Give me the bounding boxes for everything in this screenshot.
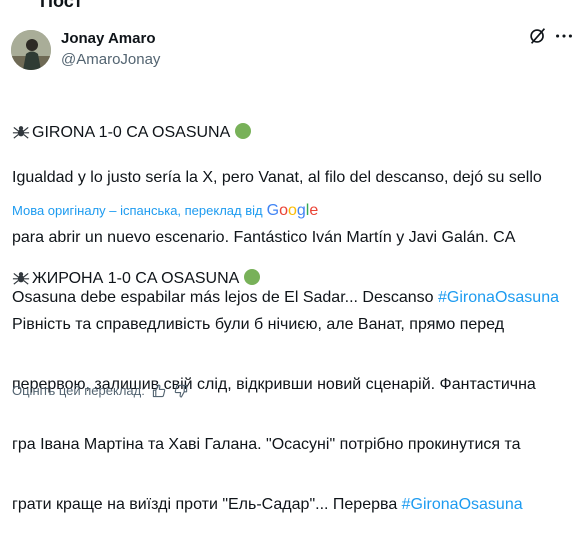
translation-rating: Оцініть цей переклад: <box>12 382 189 400</box>
thumbs-up-icon[interactable] <box>151 383 167 399</box>
original-line: Igualdad y lo justo sería la X, pero Van… <box>12 169 542 186</box>
grok-icon[interactable] <box>527 25 549 47</box>
translated-line: гра Івана Мартіна та Хаві Галана. "Осасу… <box>12 436 521 453</box>
avatar[interactable] <box>11 30 51 70</box>
author-handle[interactable]: @AmaroJonay <box>61 50 160 69</box>
translated-line: грати краще на виїзді проти "Ель-Садар".… <box>12 496 402 513</box>
translation-notice-text: Мова оригіналу – іспанська, переклад від <box>12 203 263 218</box>
translation-notice[interactable]: Мова оригіналу – іспанська, переклад від… <box>12 202 318 220</box>
page-title: Пост <box>40 0 83 11</box>
rating-label: Оцініть цей переклад: <box>12 383 145 398</box>
translated-hashtag-link[interactable]: #GironaOsasuna <box>402 496 523 513</box>
translated-body: Рівність та справедливість були б нічиєю… <box>12 275 572 535</box>
author-block[interactable]: Jonay Amaro @AmaroJonay <box>61 29 160 69</box>
translated-line: Рівність та справедливість були б нічиєю… <box>12 316 505 333</box>
thumbs-down-icon[interactable] <box>173 383 189 399</box>
google-logo: Google <box>266 202 319 219</box>
more-icon[interactable] <box>553 25 575 47</box>
avatar-image <box>11 30 51 70</box>
author-name[interactable]: Jonay Amaro <box>61 29 160 48</box>
